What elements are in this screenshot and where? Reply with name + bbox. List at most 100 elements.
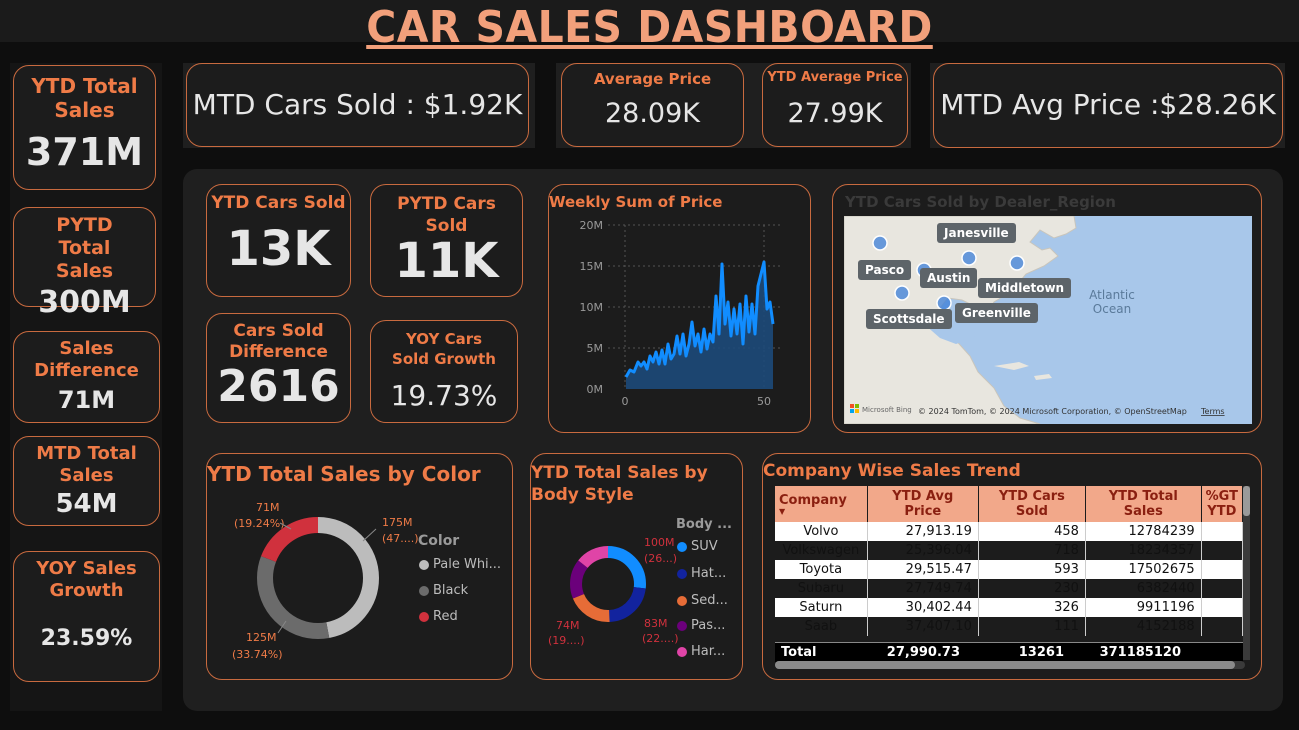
- total-cell: Total: [775, 642, 859, 662]
- legend-item-suv[interactable]: SUV: [677, 539, 718, 554]
- legend-label: Hat...: [691, 566, 727, 581]
- table-cell: 25,396.04: [867, 541, 979, 560]
- vertical-scrollbar[interactable]: [1243, 486, 1250, 660]
- map-terms-link[interactable]: Terms: [1200, 407, 1225, 416]
- donut-label: (47....): [382, 532, 419, 545]
- table-cell: [1201, 541, 1243, 560]
- table-cell: 27,913.19: [867, 522, 979, 541]
- company-table-grid: Company ▼ YTD Avg Price YTD Cars Sold YTD…: [775, 486, 1243, 636]
- legend-label: Pas...: [691, 618, 726, 633]
- table-cell: Saturn: [775, 598, 868, 617]
- table-row[interactable]: Volvo 27,913.19 458 12784239: [775, 522, 1243, 541]
- table-total-row-table: Total 27,990.73 13261 371185120: [775, 642, 1243, 662]
- table-row[interactable]: Saab 37,407.10 111 4152188: [775, 617, 1243, 636]
- table-cell: 326: [978, 598, 1086, 617]
- legend-dot: [677, 620, 687, 631]
- legend-dot: [419, 559, 429, 570]
- kpi-label: Average Price: [593, 70, 712, 88]
- donut-label: 175M: [382, 516, 413, 529]
- legend-item-pale-white[interactable]: Pale Whi...: [419, 557, 501, 572]
- kpi-label: YOY Sales Growth: [36, 558, 137, 601]
- table-cell: 37,407.10: [867, 617, 979, 636]
- kpi-cars-sold-difference: Cars Sold Difference 2616: [206, 313, 351, 423]
- kpi-ytd-average-price: YTD Average Price 27.99K: [762, 63, 908, 147]
- table-cell: [1201, 598, 1243, 617]
- kpi-value: 300M: [38, 285, 131, 320]
- map-marker[interactable]: [936, 295, 952, 311]
- table-cell: 718: [978, 541, 1086, 560]
- kpi-label: YTD Average Price: [767, 70, 903, 85]
- kpi-label: YTD Cars Sold: [211, 193, 346, 213]
- kpi-label: Cars Sold Difference: [229, 321, 328, 362]
- total-cell: 13261: [966, 642, 1070, 662]
- table-cell: 12784239: [1085, 522, 1202, 541]
- kpi-value: 54M: [55, 489, 118, 519]
- table-cell: 4152188: [1085, 617, 1202, 636]
- ocean-label: Atlantic: [1089, 288, 1135, 302]
- y-tick: 5M: [587, 342, 604, 355]
- kpi-mtd-avg-price: MTD Avg Price :$28.26K: [933, 63, 1283, 148]
- table-cell: 17502675: [1085, 560, 1202, 579]
- x-tick: 50: [757, 395, 771, 408]
- legend-item-black[interactable]: Black: [419, 583, 468, 598]
- map-marker[interactable]: [961, 250, 977, 266]
- table-cell: [1201, 617, 1243, 636]
- total-cell: [1187, 642, 1243, 662]
- column-header-ytd-cars-sold[interactable]: YTD Cars Sold: [978, 486, 1086, 522]
- table-row[interactable]: Toyota 29,515.47 593 17502675: [775, 560, 1243, 579]
- table-cell: Toyota: [775, 560, 868, 579]
- column-header-company[interactable]: Company ▼: [775, 486, 868, 522]
- sort-desc-icon[interactable]: ▼: [779, 507, 863, 516]
- kpi-label: PYTD Cars Sold: [397, 194, 496, 236]
- table-cell: [1201, 560, 1243, 579]
- table-cell: 29,515.47: [867, 560, 979, 579]
- table-row[interactable]: Saturn 30,402.44 326 9911196: [775, 598, 1243, 617]
- map-label-janesville: Janesville: [937, 223, 1016, 243]
- table-cell: Volkswagen: [775, 541, 868, 560]
- legend-title: Color: [418, 533, 460, 549]
- company-table[interactable]: Company ▼ YTD Avg Price YTD Cars Sold YTD…: [775, 486, 1243, 661]
- kpi-value: 11K: [394, 233, 499, 289]
- table-cell: 458: [978, 522, 1086, 541]
- kpi-value: 371M: [25, 130, 144, 174]
- kpi-sales-difference: Sales Difference 71M: [13, 331, 160, 423]
- map-marker[interactable]: [872, 235, 888, 251]
- map-marker[interactable]: [1009, 255, 1025, 271]
- kpi-label: Sales Difference: [34, 338, 139, 381]
- legend-item-red[interactable]: Red: [419, 609, 458, 624]
- table-cell: 6382440: [1085, 579, 1202, 598]
- column-header-gt-ytd[interactable]: %GT YTD: [1201, 486, 1243, 522]
- legend-item-hardtop[interactable]: Har...: [677, 644, 725, 659]
- kpi-text: MTD Avg Price :$28.26K: [940, 88, 1276, 121]
- kpi-yoy-cars-sold-growth: YOY Cars Sold Growth 19.73%: [370, 320, 518, 423]
- ocean-label: Ocean: [1093, 302, 1131, 316]
- legend-label: Black: [433, 583, 469, 598]
- table-header-row: Company ▼ YTD Avg Price YTD Cars Sold YTD…: [775, 486, 1243, 522]
- legend-dot: [677, 646, 687, 657]
- legend-item-sedan[interactable]: Sed...: [677, 593, 728, 608]
- map-marker[interactable]: [894, 285, 910, 301]
- table-row[interactable]: Subaru 27,749.74 230 6382440: [775, 579, 1243, 598]
- table-cell: 30,402.44: [867, 598, 979, 617]
- donut-label: (33.74%): [232, 648, 283, 661]
- page-title: CAR SALES DASHBOARD: [366, 2, 933, 53]
- column-header-ytd-avg-price[interactable]: YTD Avg Price: [867, 486, 979, 522]
- scrollbar-thumb[interactable]: [775, 661, 1235, 669]
- kpi-average-price: Average Price 28.09K: [561, 63, 744, 147]
- column-header-ytd-total-sales[interactable]: YTD Total Sales: [1085, 486, 1202, 522]
- horizontal-scrollbar[interactable]: [775, 661, 1245, 669]
- legend-item-passenger[interactable]: Pas...: [677, 618, 725, 633]
- kpi-label: YTD Total Sales: [31, 74, 138, 122]
- table-row[interactable]: Volkswagen 25,396.04 718 18234357: [775, 541, 1243, 560]
- kpi-pytd-cars-sold: PYTD Cars Sold 11K: [370, 184, 523, 297]
- weekly-price-chart: 20M 15M 10M 5M 0M 0 50: [580, 219, 780, 408]
- kpi-ytd-cars-sold: YTD Cars Sold 13K: [206, 184, 351, 297]
- kpi-value: 71M: [57, 386, 116, 414]
- legend-dot: [677, 568, 687, 579]
- table-cell: [1201, 522, 1243, 541]
- legend-label: Sed...: [691, 593, 728, 608]
- scrollbar-thumb[interactable]: [1243, 486, 1250, 516]
- legend-item-hatchback[interactable]: Hat...: [677, 566, 726, 581]
- table-cell: Subaru: [775, 579, 868, 598]
- table-cell: 230: [978, 579, 1086, 598]
